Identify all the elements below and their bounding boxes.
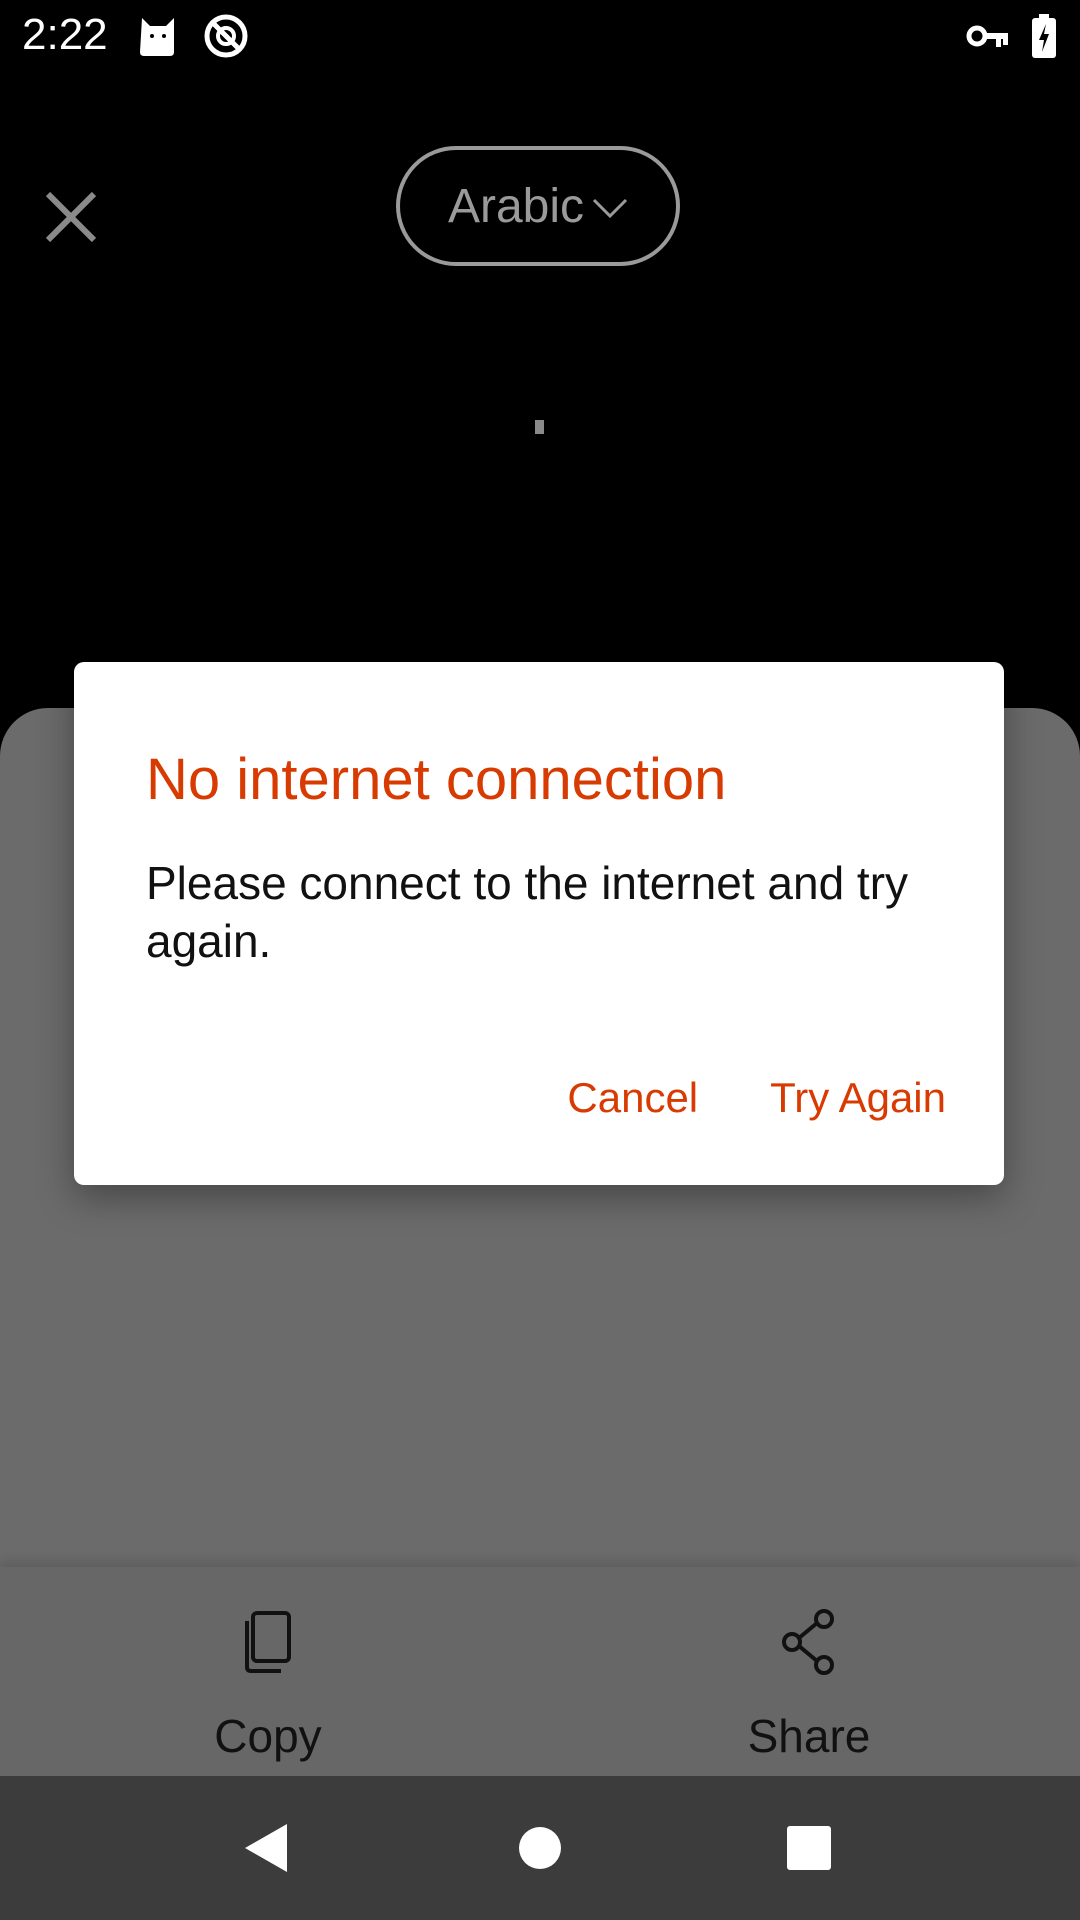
text-cursor bbox=[535, 420, 544, 434]
blocked-icon bbox=[202, 12, 250, 60]
screen: 2:22 Arabic Copy Share No internet conne… bbox=[0, 0, 1080, 1920]
home-button[interactable] bbox=[480, 1776, 600, 1920]
cancel-button[interactable]: Cancel bbox=[567, 1062, 698, 1134]
status-bar: 2:22 bbox=[0, 0, 1080, 72]
copy-label: Copy bbox=[214, 1710, 322, 1762]
share-button[interactable]: Share bbox=[659, 1567, 959, 1776]
language-label: Arabic bbox=[447, 179, 585, 233]
recents-button[interactable] bbox=[749, 1776, 869, 1920]
share-icon bbox=[774, 1607, 844, 1677]
try-again-button[interactable]: Try Again bbox=[770, 1062, 946, 1134]
copy-button[interactable]: Copy bbox=[118, 1567, 418, 1776]
share-label: Share bbox=[747, 1710, 871, 1762]
recents-icon bbox=[787, 1826, 831, 1870]
back-button[interactable] bbox=[206, 1776, 326, 1920]
vpn-key-icon bbox=[966, 12, 1010, 60]
language-selector[interactable]: Arabic bbox=[396, 146, 680, 266]
back-icon bbox=[245, 1824, 287, 1872]
dialog-title: No internet connection bbox=[146, 747, 727, 812]
home-icon bbox=[519, 1827, 561, 1869]
battery-charging-icon bbox=[1030, 12, 1058, 60]
close-icon bbox=[45, 191, 97, 243]
cat-icon bbox=[134, 12, 182, 60]
chevron-down-icon bbox=[592, 198, 628, 219]
status-time: 2:22 bbox=[22, 10, 108, 59]
action-bar: Copy Share bbox=[0, 1567, 1080, 1776]
close-button[interactable] bbox=[40, 186, 102, 248]
no-internet-dialog: No internet connection Please connect to… bbox=[74, 662, 1004, 1185]
navigation-bar bbox=[0, 1776, 1080, 1920]
copy-icon bbox=[233, 1607, 303, 1677]
dialog-actions: Cancel Try Again bbox=[567, 1062, 946, 1134]
dialog-message: Please connect to the internet and try a… bbox=[146, 857, 909, 967]
